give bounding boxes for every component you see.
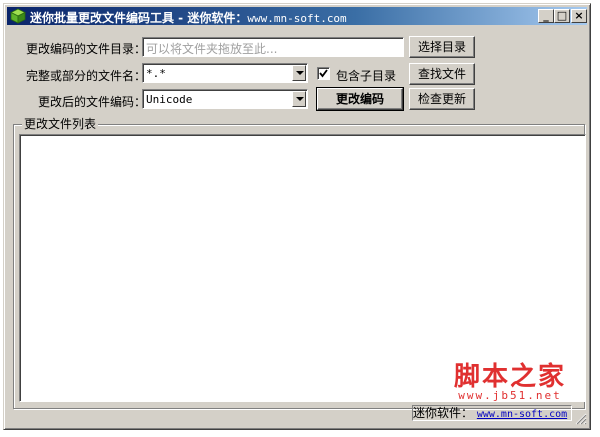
status-link[interactable]: www.mn-soft.com xyxy=(477,409,567,420)
window-title-url: www.mn-soft.com xyxy=(247,12,347,25)
minimize-icon: _ xyxy=(543,9,549,22)
watermark-main: 脚本之家 xyxy=(453,362,566,392)
maximize-button[interactable]: □ xyxy=(554,9,570,23)
title-bar[interactable]: 迷你批量更改文件编码工具 - 迷你软件：www.mn-soft.com _ □ … xyxy=(7,7,587,25)
dir-label: 更改编码的文件目录： xyxy=(26,42,147,56)
filename-label: 完整或部分的文件名： xyxy=(26,69,147,83)
status-bar: 迷你软件： www.mn-soft.com xyxy=(412,405,572,421)
encoding-value: Unicode xyxy=(146,93,193,106)
include-subdirs-checkbox[interactable] xyxy=(317,67,330,80)
change-encoding-button[interactable]: 更改编码 xyxy=(316,87,404,111)
check-icon xyxy=(319,69,328,78)
status-label: 迷你软件： xyxy=(413,406,474,420)
cube-icon xyxy=(10,8,26,24)
filename-combo[interactable]: *.* xyxy=(142,63,308,83)
dir-input[interactable]: 可以将文件夹拖放至此... xyxy=(142,37,404,57)
encoding-combo[interactable]: Unicode xyxy=(142,89,308,109)
dir-placeholder: 可以将文件夹拖放至此... xyxy=(146,42,278,56)
close-icon: × xyxy=(574,9,584,22)
find-files-button[interactable]: 查找文件 xyxy=(409,63,475,85)
chevron-down-icon[interactable] xyxy=(292,91,306,107)
watermark-url: www.jb51.net xyxy=(458,389,562,402)
select-dir-button[interactable]: 选择目录 xyxy=(409,36,475,58)
watermark: 脚本之家 www.jb51.net xyxy=(445,356,575,402)
file-list[interactable]: 脚本之家 www.jb51.net xyxy=(19,134,586,402)
close-button[interactable]: × xyxy=(571,9,587,23)
file-list-title: 更改文件列表 xyxy=(22,115,99,132)
resize-grip-icon[interactable] xyxy=(575,413,587,425)
app-window: 迷你批量更改文件编码工具 - 迷你软件：www.mn-soft.com _ □ … xyxy=(3,3,591,430)
window-title: 迷你批量更改文件编码工具 - 迷你软件：www.mn-soft.com xyxy=(30,11,347,25)
filename-value: *.* xyxy=(146,67,166,80)
include-subdirs-label[interactable]: 包含子目录 xyxy=(336,67,396,84)
maximize-icon: □ xyxy=(556,9,568,22)
chevron-down-icon[interactable] xyxy=(292,65,306,81)
minimize-button[interactable]: _ xyxy=(538,9,554,23)
encoding-label: 更改后的文件编码： xyxy=(38,95,147,109)
check-update-button[interactable]: 检查更新 xyxy=(409,88,475,110)
